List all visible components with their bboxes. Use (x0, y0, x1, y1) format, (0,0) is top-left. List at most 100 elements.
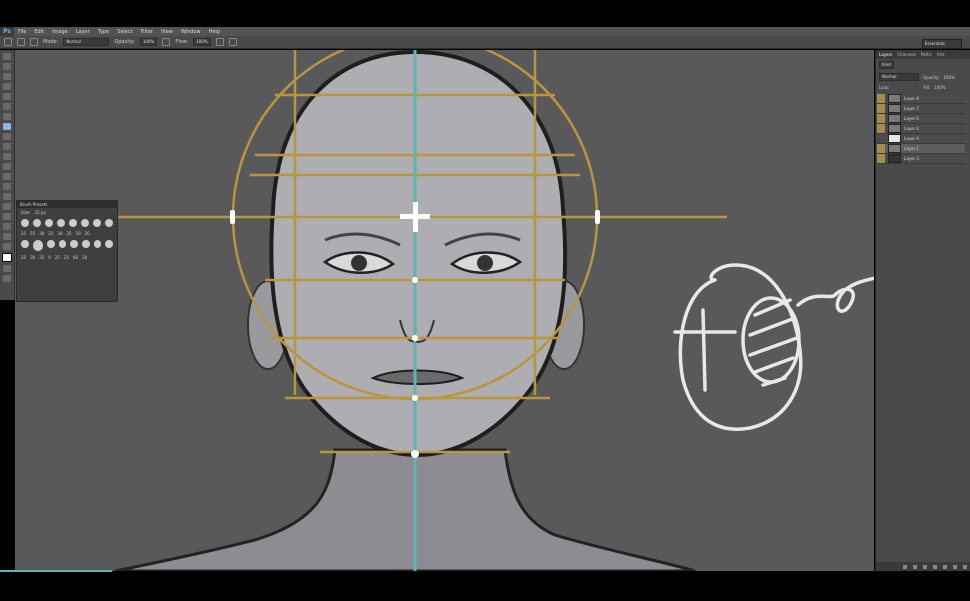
healing-tool-icon[interactable] (3, 113, 11, 120)
menu-view[interactable]: View (157, 29, 177, 35)
brush-size-value[interactable]: 25 px (35, 210, 46, 215)
tab-channels[interactable]: Channels (897, 52, 916, 57)
document-canvas[interactable] (15, 50, 874, 571)
menu-help[interactable]: Help (205, 29, 224, 35)
link-layers-icon[interactable] (903, 564, 907, 569)
brush-tips-row-2 (17, 238, 117, 253)
brush-tip[interactable] (33, 219, 41, 227)
tab-paths[interactable]: Paths (921, 52, 932, 57)
quick-mask-icon[interactable] (3, 265, 11, 272)
menu-file[interactable]: File (14, 29, 30, 35)
zoom-tool-icon[interactable] (3, 243, 11, 250)
brush-sizes-row-1: 25 55 30 25 30 25 10 20 (17, 229, 117, 238)
lasso-tool-icon[interactable] (3, 73, 11, 80)
mode-select[interactable]: Normal (63, 38, 110, 46)
layer-visibility-toggle[interactable] (877, 124, 885, 133)
menu-filter[interactable]: Filter (137, 29, 157, 35)
video-progress-bar[interactable] (0, 570, 112, 572)
gradient-tool-icon[interactable] (3, 163, 11, 170)
brush-tip[interactable] (21, 219, 29, 227)
brush-tip[interactable] (93, 219, 101, 227)
layer-row[interactable]: Layer 4 (877, 134, 965, 144)
layer-visibility-toggle[interactable] (877, 154, 885, 163)
tab-history[interactable]: Hist (937, 52, 945, 57)
menu-image[interactable]: Image (48, 29, 72, 35)
delete-layer-icon[interactable] (963, 564, 967, 569)
blur-tool-icon[interactable] (3, 173, 11, 180)
brush-panel-toggle-icon[interactable] (30, 38, 38, 46)
filter-kind-select[interactable]: Kind (879, 61, 894, 69)
blend-mode-select[interactable]: Normal (879, 73, 919, 81)
new-layer-icon[interactable] (953, 564, 957, 569)
brush-tool-icon[interactable] (3, 123, 11, 130)
flow-label: Flow: (175, 39, 189, 45)
brush-tip[interactable] (32, 240, 44, 251)
layer-visibility-toggle[interactable] (877, 104, 885, 113)
layer-row[interactable]: Layer 6 (877, 114, 965, 124)
layer-thumbnail (888, 134, 901, 143)
history-brush-tool-icon[interactable] (3, 143, 11, 150)
brush-tip[interactable] (82, 240, 90, 248)
pressure-opacity-icon[interactable] (162, 38, 171, 46)
brush-tip[interactable] (69, 219, 77, 227)
quick-select-tool-icon[interactable] (3, 83, 11, 90)
layer-row[interactable]: Layer 2 (877, 124, 965, 134)
eyedropper-tool-icon[interactable] (3, 103, 11, 110)
tab-layers[interactable]: Layers (879, 52, 892, 57)
layer-row[interactable]: Layer 8 (877, 94, 965, 104)
clone-stamp-tool-icon[interactable] (3, 133, 11, 140)
opacity-field[interactable]: 100% (139, 38, 158, 46)
dodge-tool-icon[interactable] (3, 183, 11, 190)
brush-tip[interactable] (70, 240, 79, 248)
pressure-size-icon[interactable] (228, 38, 237, 46)
adjustment-layer-icon[interactable] (933, 564, 937, 569)
layer-thumbnail (888, 144, 901, 153)
brush-preset-picker-icon[interactable] (17, 38, 25, 46)
brush-size: 25 (21, 231, 27, 236)
layer-visibility-toggle[interactable] (877, 144, 885, 153)
brush-tip[interactable] (57, 219, 65, 227)
hand-tool-icon[interactable] (3, 233, 11, 240)
layer-visibility-toggle[interactable] (877, 114, 885, 123)
type-tool-icon[interactable] (3, 203, 11, 210)
layer-row[interactable]: Layer 3 (877, 154, 965, 164)
opacity-label: Opacity: (114, 39, 135, 45)
menu-select[interactable]: Select (113, 29, 136, 35)
flow-field[interactable]: 100% (193, 38, 211, 46)
layer-visibility-toggle[interactable] (877, 134, 885, 143)
menu-window[interactable]: Window (177, 29, 205, 35)
eraser-tool-icon[interactable] (3, 153, 11, 160)
brush-presets-panel[interactable]: Brush Presets Size: 25 px 25 55 30 25 30… (16, 200, 118, 302)
marquee-tool-icon[interactable] (3, 63, 11, 70)
menu-edit[interactable]: Edit (30, 29, 48, 35)
add-mask-icon[interactable] (923, 564, 927, 569)
brush-tip[interactable] (105, 219, 113, 227)
crop-tool-icon[interactable] (3, 93, 11, 100)
brush-tool-icon[interactable] (4, 38, 12, 46)
workspace-switcher[interactable]: Essentials (922, 39, 962, 49)
move-tool-icon[interactable] (3, 53, 11, 60)
brush-tip[interactable] (105, 240, 113, 248)
layer-row[interactable]: Layer 1 (877, 144, 965, 154)
brush-tip[interactable] (93, 240, 102, 248)
brush-tip[interactable] (21, 240, 29, 248)
brush-size: 30 (57, 231, 63, 236)
fill-value[interactable]: 100% (934, 85, 945, 90)
brush-tip[interactable] (81, 219, 89, 227)
new-group-icon[interactable] (943, 564, 947, 569)
brush-tip[interactable] (58, 240, 67, 248)
screen-mode-icon[interactable] (3, 275, 11, 282)
airbrush-icon[interactable] (215, 38, 224, 46)
menu-type[interactable]: Type (94, 29, 113, 35)
path-select-tool-icon[interactable] (3, 213, 11, 220)
layer-opacity-value[interactable]: 100% (943, 75, 954, 80)
brush-tip[interactable] (45, 219, 53, 227)
shape-tool-icon[interactable] (3, 223, 11, 230)
layer-style-icon[interactable] (913, 564, 917, 569)
brush-tip[interactable] (47, 240, 55, 248)
color-swatches-icon[interactable] (2, 253, 12, 262)
layer-row[interactable]: Layer 7 (877, 104, 965, 114)
pen-tool-icon[interactable] (3, 193, 11, 200)
menu-layer[interactable]: Layer (72, 29, 94, 35)
layer-visibility-toggle[interactable] (877, 94, 885, 103)
